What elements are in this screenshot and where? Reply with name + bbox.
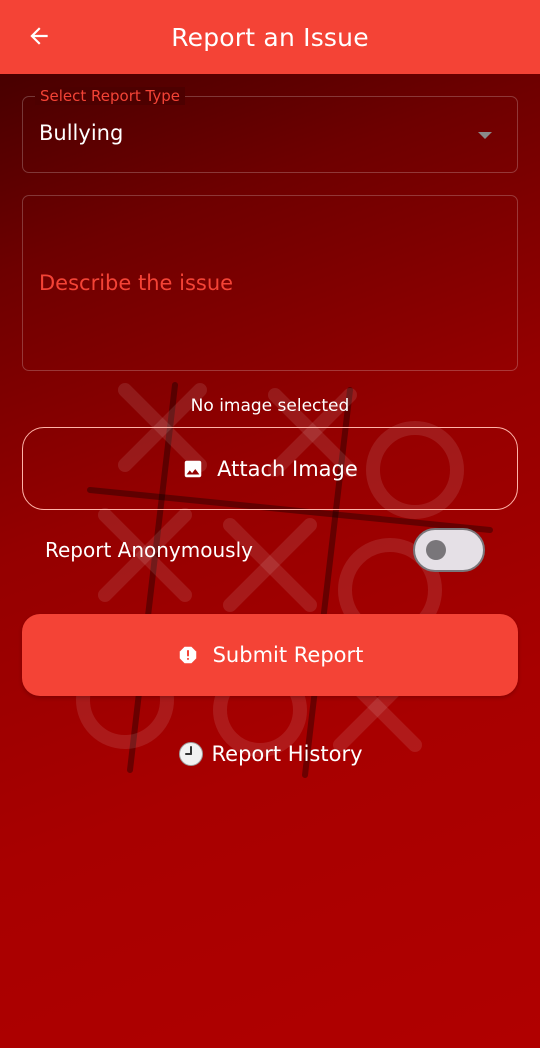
anonymous-toggle[interactable] (413, 528, 485, 572)
alert-icon (179, 646, 196, 664)
toggle-knob (426, 540, 446, 560)
back-button[interactable] (22, 19, 56, 53)
report-history-link[interactable]: Report History (0, 738, 540, 770)
report-type-label: Select Report Type (35, 87, 185, 105)
submit-report-label: Submit Report (212, 643, 364, 667)
arrow-left-icon (30, 27, 48, 45)
caret-down-icon (478, 132, 492, 139)
anonymous-row: Report Anonymously (45, 528, 485, 572)
attach-image-label: Attach Image (217, 456, 358, 481)
submit-report-button[interactable]: Submit Report (22, 614, 518, 696)
image-icon (184, 460, 202, 477)
image-status-text: No image selected (190, 396, 350, 416)
description-placeholder: Describe the issue (39, 271, 234, 295)
description-field[interactable]: Describe the issue (22, 195, 518, 371)
clock-icon (178, 742, 203, 766)
report-type-dropdown[interactable]: Select Report Type Bullying (22, 87, 518, 173)
app-bar: Report an Issue (0, 0, 540, 74)
page-title: Report an Issue (171, 22, 369, 52)
report-history-label: Report History (211, 742, 363, 766)
report-type-value: Bullying (39, 121, 124, 145)
anonymous-label: Report Anonymously (45, 538, 253, 562)
attach-image-button[interactable]: Attach Image (22, 427, 518, 510)
